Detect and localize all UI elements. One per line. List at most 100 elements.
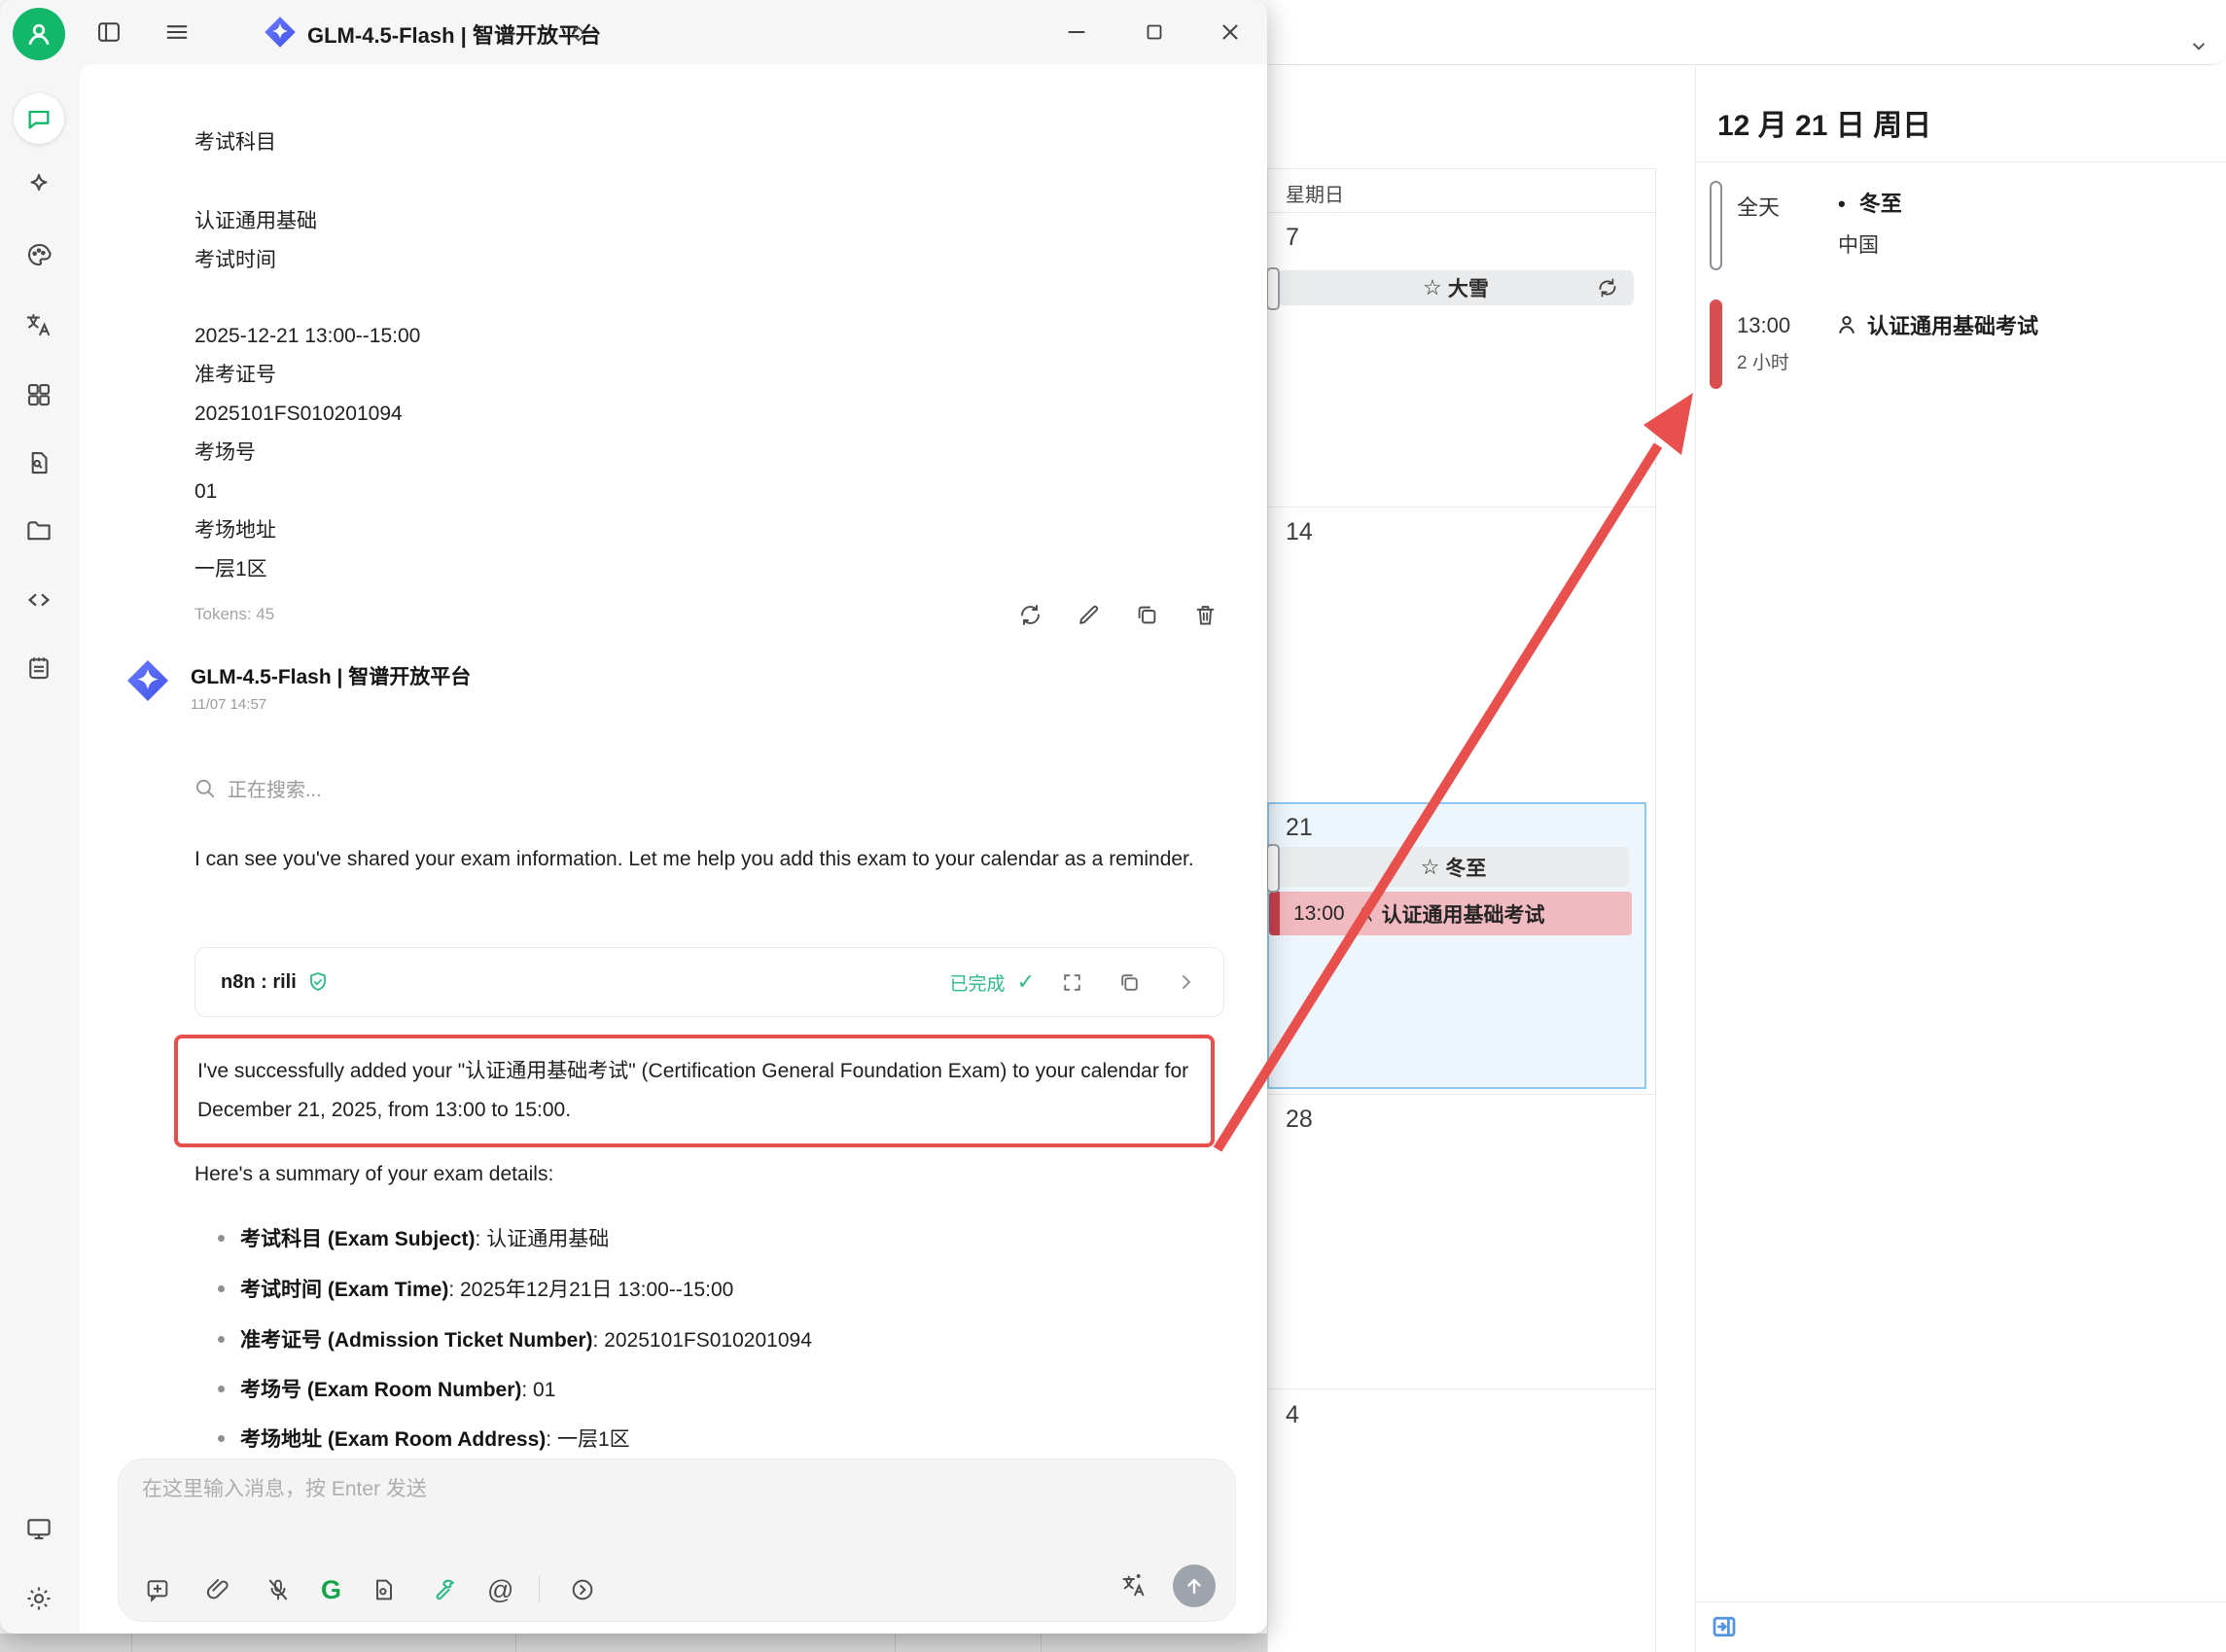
message-input-container[interactable]: G @ [118,1459,1236,1622]
regenerate-icon[interactable] [1015,600,1044,629]
expand-icon[interactable] [1060,970,1084,995]
event-pill-handle[interactable] [1266,844,1280,893]
grid-line [1267,1094,1656,1095]
calendar-day-21[interactable]: 21 [1286,814,1313,842]
calendar-day21-cell-selected[interactable] [1267,802,1646,1089]
chat-app-window: GLM-4.5-Flash | 智谱开放平台 考试科目 认证通用基础 考试时间 … [0,0,1267,1634]
summary-heading: Here's a summary of your exam details: [194,1163,554,1185]
summary-label: 准考证号 (Admission Ticket Number) [240,1329,593,1352]
sidebar-item-palette-icon[interactable] [18,233,60,276]
copy-icon[interactable] [1132,600,1161,629]
assistant-name: GLM-4.5-Flash | 智谱开放平台 [191,666,472,688]
screen: 星期日 7 14 28 4 ☆ 大雪 21 ☆ 冬至 13:00 认证通用基础考… [0,0,2226,1652]
copy-icon[interactable] [1117,970,1142,995]
close-button[interactable] [1214,16,1247,49]
grid-line [1267,168,1656,169]
attachment-icon[interactable] [200,1572,235,1607]
summary-label: 考试时间 (Exam Time) [240,1279,449,1301]
chevron-down-icon[interactable] [2186,33,2211,58]
tools-hammer-icon[interactable] [427,1572,462,1607]
grid-line [1267,212,1656,213]
star-icon: ☆ [1423,275,1442,299]
summary-item: 准考证号 (Admission Ticket Number): 2025101F… [218,1324,812,1353]
user-message-paragraph: 认证通用基础 考试时间 [194,210,317,271]
calendar-right-border [1655,168,1656,1652]
translate-icon[interactable] [1116,1568,1151,1603]
calendar-day-4[interactable]: 4 [1286,1401,1299,1429]
sidebar-item-display-icon[interactable] [18,1507,60,1550]
repeat-icon[interactable] [1595,275,1620,300]
exam-time: 13:00 [1737,313,1791,337]
sidebar-item-assistant-sparkle-icon[interactable] [18,163,60,206]
user-message-paragraph: 考试科目 [194,131,276,154]
event-label: 大雪 [1447,278,1489,300]
holiday-region: 中国 [1838,234,1879,257]
user-message-paragraph: 2025-12-21 13:00--15:00 准考证号 2025101FS01… [194,325,421,580]
summary-label: 考场地址 (Exam Room Address) [240,1428,547,1451]
mention-icon[interactable]: @ [487,1575,513,1605]
panel-date-title: 12 月 21 日 周日 [1717,110,1932,142]
allday-event-bar [1710,181,1722,270]
new-topic-icon[interactable] [140,1572,175,1607]
sidebar-item-file-search-icon[interactable] [18,441,60,484]
bullet-icon: • [1838,192,1846,216]
event-color-bar [1269,892,1280,935]
sidebar-item-folder-icon[interactable] [18,510,60,552]
sidebar-item-chat-active[interactable] [14,93,64,144]
google-icon[interactable]: G [321,1575,341,1605]
assistant-intro-text: I can see you've shared your exam inform… [194,848,1194,870]
maximize-button[interactable] [1138,16,1171,49]
bullet-icon [218,1434,225,1442]
panel-left-border [1695,64,1696,1652]
calendar-day-7[interactable]: 7 [1286,224,1299,252]
sidebar-item-code-icon[interactable] [18,579,60,621]
event-pill-handle[interactable] [1266,267,1280,310]
sidebar-item-apps-grid-icon[interactable] [18,373,60,416]
grid-line [1267,1388,1656,1389]
calendar-event-daxue[interactable]: ☆ 大雪 [1278,270,1634,305]
calendar-event-exam[interactable]: 13:00 认证通用基础考试 [1269,892,1632,935]
panel-divider [1696,161,2226,162]
menu-hamburger-icon[interactable] [160,16,194,49]
event-label: 冬至 [1445,857,1487,880]
annotated-success-message: I've successfully added your "认证通用基础考试" … [174,1035,1215,1147]
tool-status-text: 已完成 [949,973,1006,995]
summary-value: : 2025101FS010201094 [592,1329,812,1352]
bullet-icon [218,1234,225,1242]
bullet-icon [218,1284,225,1292]
calendar-event-dongzhi[interactable]: ☆ 冬至 [1278,847,1629,887]
chevron-right-icon[interactable] [1175,970,1198,994]
model-logo-icon [263,15,298,50]
shield-check-icon [306,970,330,994]
sidebar-item-settings-gear-icon[interactable] [18,1577,60,1620]
edit-icon[interactable] [1074,600,1103,629]
star-icon: ☆ [1420,854,1440,879]
toggle-sidebar-icon[interactable] [92,16,125,49]
panel-event-holiday[interactable]: • 冬至 [1838,187,1902,218]
bullet-icon [218,1385,225,1392]
panel-event-exam[interactable]: 认证通用基础考试 [1834,309,2038,340]
summary-label: 考场号 (Exam Room Number) [240,1379,522,1401]
avatar[interactable] [13,8,65,60]
collapse-toolbar-icon[interactable] [565,1572,600,1607]
summary-item: 考试时间 (Exam Time): 2025年12月21日 13:00--15:… [218,1274,733,1303]
panel-bottom-divider [1696,1601,2226,1602]
model-selector-title[interactable]: GLM-4.5-Flash | 智谱开放平台 [307,18,601,50]
collapse-panel-icon[interactable] [1710,1612,1739,1641]
knowledge-file-icon[interactable] [367,1572,402,1607]
calendar-day-14[interactable]: 14 [1286,518,1313,546]
summary-value: : 2025年12月21日 13:00--15:00 [448,1279,734,1301]
message-input[interactable] [140,1471,1116,1553]
minimize-button[interactable] [1060,16,1093,49]
chevron-updown-icon[interactable] [562,18,595,51]
sidebar-item-translate-icon[interactable] [18,303,60,346]
calendar-day-28[interactable]: 28 [1286,1106,1313,1134]
send-button[interactable] [1173,1564,1216,1607]
holiday-title: 冬至 [1858,192,1902,216]
exam-duration: 2 小时 [1737,353,1789,373]
tool-call-card[interactable]: n8n : rili 已完成 ✓ [194,947,1224,1017]
delete-icon[interactable] [1190,600,1219,629]
sidebar-item-notes-icon[interactable] [18,647,60,689]
summary-value: : 01 [521,1379,556,1401]
mic-off-icon[interactable] [261,1572,296,1607]
